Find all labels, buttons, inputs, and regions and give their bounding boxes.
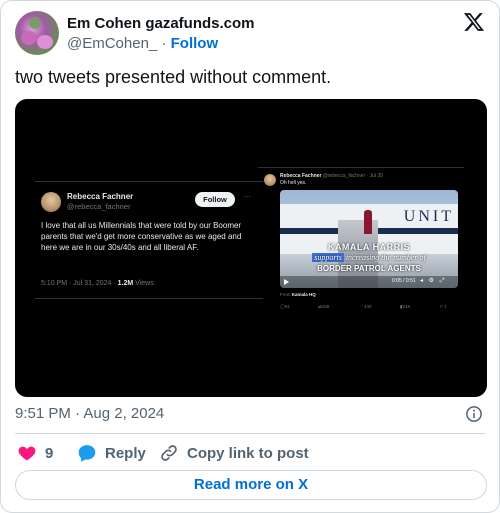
video-caption-highlight: supports xyxy=(312,253,344,262)
tweet-header: Em Cohen gazafunds.com @EmCohen_ · Follo… xyxy=(15,11,485,59)
reply-label: Reply xyxy=(105,444,146,462)
copy-link-button[interactable]: Copy link to post xyxy=(159,441,309,465)
tweet-timestamp[interactable]: 9:51 PM · Aug 2, 2024 xyxy=(15,405,164,422)
embedded-more-icon: ··· xyxy=(243,192,251,201)
video-caption-line-1: KAMALA HARRIS xyxy=(327,242,411,252)
video-controls-icons: ◂ ⚙ ⤢ xyxy=(420,278,447,284)
airplane-lettering: UNIT xyxy=(403,208,454,225)
embedded-screenshot-tweet-right: Rebecca Fachner @rebecca_fachner · Jul 3… xyxy=(258,167,464,315)
author-handle[interactable]: @EmCohen_ xyxy=(67,35,157,52)
embedded-right-text: Oh hell yes. xyxy=(280,180,307,186)
embedded-tweet-card: Em Cohen gazafunds.com @EmCohen_ · Follo… xyxy=(0,0,500,513)
embedded-screenshot-tweet-left: Rebecca Fachner @rebecca_fachner Follow … xyxy=(35,181,263,299)
video-caption-line-3: BORDER PATROL AGENTS xyxy=(317,264,421,273)
embedded-tweet-text: I love that all us Millennials that were… xyxy=(41,221,242,252)
separator-dot: · xyxy=(161,35,167,52)
embedded-right-name: Rebecca Fachner xyxy=(280,173,322,179)
embedded-tweet-meta: 5:10 PM · Jul 31, 2024 · 1.2M Views xyxy=(41,280,154,287)
embedded-bookmark-icon: ⌑ ⇪ xyxy=(440,304,448,309)
link-icon xyxy=(161,445,177,461)
author-avatar[interactable] xyxy=(15,11,59,55)
embedded-author-handle: @rebecca_fachner xyxy=(67,202,131,211)
from-label: From xyxy=(280,292,292,297)
embedded-header-line: Rebecca Fachner @rebecca_fachner · Jul 3… xyxy=(280,173,383,179)
divider xyxy=(15,433,485,434)
from-source: Kamala HQ xyxy=(291,292,316,297)
embedded-avatar xyxy=(41,192,61,212)
embedded-reply-icon: ◯ 91 xyxy=(280,304,291,309)
video-control-bar: 0:05 / 0:51 ◂ ⚙ ⤢ xyxy=(280,276,458,288)
embedded-author-name: Rebecca Fachner xyxy=(67,192,134,201)
reply-bubble-icon xyxy=(78,445,96,462)
tweet-action-bar: 9 Reply Copy link to post xyxy=(15,441,475,465)
embedded-views-count: 1.2M xyxy=(117,280,134,287)
play-icon xyxy=(284,279,289,285)
person-figure xyxy=(364,210,372,234)
embedded-meta-time: 5:10 PM · Jul 31, 2024 · xyxy=(41,280,118,287)
embedded-from-line: From Kamala HQ xyxy=(280,292,316,297)
copy-link-label: Copy link to post xyxy=(187,444,309,462)
reply-button[interactable]: Reply xyxy=(77,441,146,465)
tweet-media-image[interactable]: Rebecca Fachner @rebecca_fachner Follow … xyxy=(15,99,487,397)
embedded-repost-icon: ⇄ 189 xyxy=(318,304,330,309)
embedded-right-handle-time: @rebecca_fachner · Jul 30 xyxy=(322,173,383,179)
info-icon[interactable] xyxy=(465,405,483,423)
embedded-avatar-small xyxy=(264,174,276,186)
like-button[interactable]: 9 xyxy=(17,441,53,465)
tweet-text: two tweets presented without comment. xyxy=(15,67,332,87)
x-logo-icon[interactable] xyxy=(463,11,485,33)
like-count: 9 xyxy=(45,444,54,462)
embedded-video-thumbnail: UNIT KAMALA HARRIS supports increasing t… xyxy=(280,190,458,288)
embedded-views-icon: ▮ 24K xyxy=(400,304,411,309)
read-more-button[interactable]: Read more on X xyxy=(15,470,487,500)
author-handle-line: @EmCohen_ · Follow xyxy=(67,35,218,52)
video-time: 0:05 / 0:51 xyxy=(392,278,416,284)
follow-link[interactable]: Follow xyxy=(171,35,219,52)
video-caption-rest: increasing the number of xyxy=(343,253,426,262)
video-caption-line-2: supports increasing the number of xyxy=(280,253,458,262)
embedded-follow-button: Follow xyxy=(195,192,235,207)
embedded-like-icon: ♡ 440 xyxy=(360,304,372,309)
heart-icon xyxy=(18,446,36,461)
author-name[interactable]: Em Cohen gazafunds.com xyxy=(67,15,255,32)
embedded-views-label: Views xyxy=(133,280,154,287)
